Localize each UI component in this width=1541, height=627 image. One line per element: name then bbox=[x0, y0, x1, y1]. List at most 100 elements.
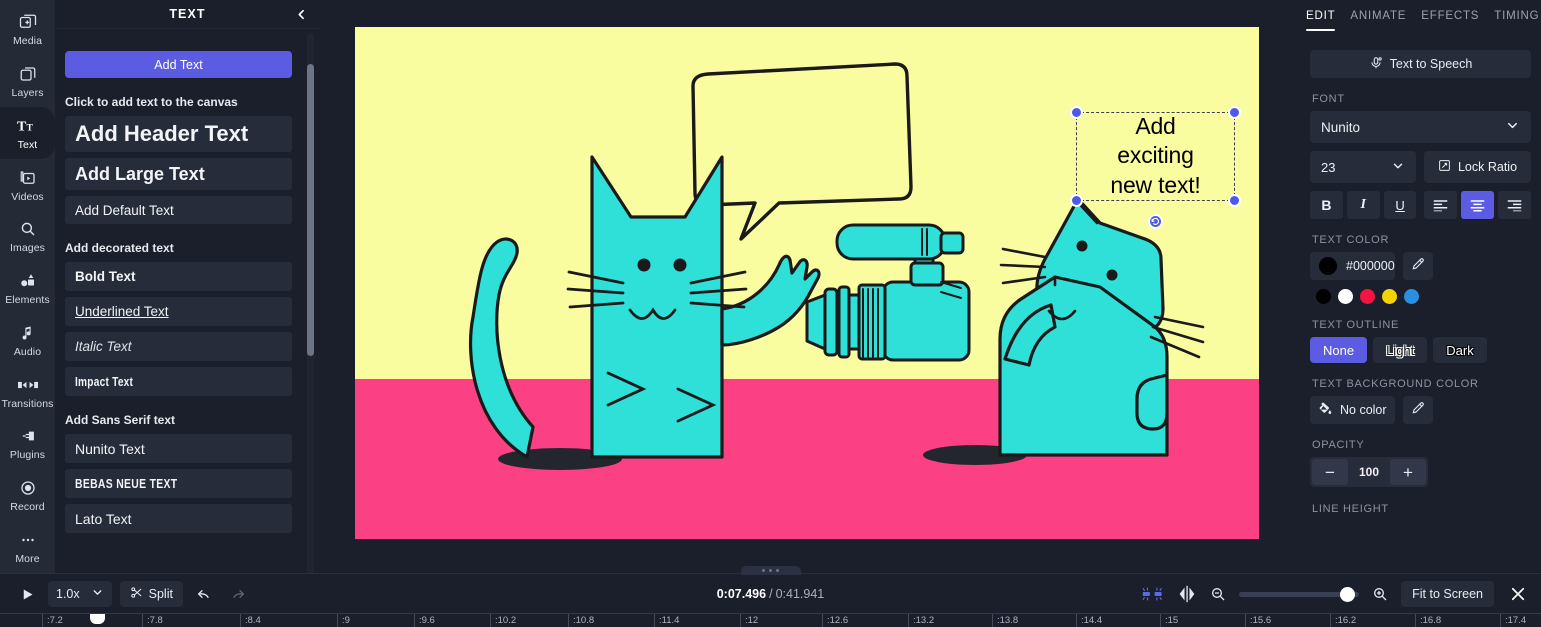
scissors-icon bbox=[130, 586, 143, 602]
ruler-tick: :9 bbox=[337, 614, 350, 627]
preset-lato-text[interactable]: Lato Text bbox=[65, 504, 292, 533]
add-text-button[interactable]: Add Text bbox=[65, 51, 292, 78]
music-note-icon bbox=[19, 323, 37, 343]
text-background-eyedropper-button[interactable] bbox=[1403, 396, 1433, 424]
outline-light-button[interactable]: Light bbox=[1373, 337, 1428, 363]
preset-italic-text[interactable]: Italic Text bbox=[65, 332, 292, 361]
timeline-ruler[interactable]: :7.2 :7.8 :8.4 :9 :9.6 :10.2 :10.8 :11.4… bbox=[0, 613, 1541, 627]
preset-add-header-text[interactable]: Add Header Text bbox=[65, 116, 292, 152]
outline-none-button[interactable]: None bbox=[1310, 337, 1368, 363]
align-left-button[interactable] bbox=[1424, 191, 1458, 219]
zoom-slider[interactable] bbox=[1239, 586, 1360, 602]
color-preset-red[interactable] bbox=[1360, 289, 1375, 304]
text-color-field[interactable]: #000000 bbox=[1310, 252, 1395, 280]
rail-item-videos[interactable]: Videos bbox=[0, 159, 55, 211]
italic-button[interactable]: I bbox=[1346, 191, 1380, 219]
text-to-speech-button[interactable]: Text to Speech bbox=[1310, 50, 1531, 78]
eyedropper-icon bbox=[1411, 401, 1425, 420]
color-preset-yellow[interactable] bbox=[1382, 289, 1397, 304]
redo-button[interactable] bbox=[225, 581, 251, 607]
ellipsis-icon bbox=[19, 530, 37, 550]
resize-handle-top-left[interactable] bbox=[1070, 106, 1083, 119]
font-size-value: 23 bbox=[1321, 159, 1336, 175]
preset-label: Add Header Text bbox=[75, 121, 249, 146]
rail-item-record[interactable]: Record bbox=[0, 470, 55, 522]
rail-item-images[interactable]: Images bbox=[0, 211, 55, 263]
zoom-slider-thumb[interactable] bbox=[1340, 586, 1356, 602]
color-preset-white[interactable] bbox=[1338, 289, 1353, 304]
align-center-button[interactable] bbox=[1461, 191, 1495, 219]
preset-bebas-neue-text[interactable]: BEBAS NEUE TEXT bbox=[65, 469, 292, 498]
scrollbar-thumb[interactable] bbox=[307, 64, 314, 356]
rail-item-audio[interactable]: Audio bbox=[0, 314, 55, 366]
toolbar-left-group: 1.0x Split bbox=[14, 574, 251, 614]
chevron-left-icon[interactable] bbox=[292, 5, 310, 23]
rail-item-layers[interactable]: Layers bbox=[0, 56, 55, 108]
resize-handle-top-right[interactable] bbox=[1228, 106, 1241, 119]
zoom-in-icon bbox=[1374, 588, 1387, 601]
underline-glyph: U bbox=[1395, 197, 1405, 213]
bold-button[interactable]: B bbox=[1310, 191, 1343, 219]
timeline-playhead[interactable] bbox=[90, 614, 105, 627]
outline-dark-button[interactable]: Dark bbox=[1433, 337, 1487, 363]
rotate-handle[interactable] bbox=[1148, 214, 1163, 229]
preset-add-default-text[interactable]: Add Default Text bbox=[65, 196, 292, 224]
canvas-stage[interactable]: Add exciting new text! bbox=[320, 0, 1300, 573]
preset-add-large-text[interactable]: Add Large Text bbox=[65, 158, 292, 190]
close-button[interactable] bbox=[1507, 583, 1529, 605]
underline-button[interactable]: U bbox=[1383, 191, 1417, 219]
ruler-tick: :12.6 bbox=[822, 614, 848, 627]
undo-button[interactable] bbox=[191, 581, 217, 607]
mirror-button[interactable] bbox=[1177, 581, 1197, 607]
resize-handle-bottom-right[interactable] bbox=[1228, 194, 1241, 207]
color-preset-black[interactable] bbox=[1316, 289, 1331, 304]
video-canvas[interactable]: Add exciting new text! bbox=[355, 27, 1259, 539]
align-left-icon bbox=[1434, 199, 1448, 211]
lock-ratio-button[interactable]: Lock Ratio bbox=[1424, 151, 1531, 183]
player-toolbar: 1.0x Split 0:07.496 / 0:41.941 Fit to Sc… bbox=[0, 566, 1541, 614]
rail-item-media[interactable]: Media bbox=[0, 4, 55, 56]
opacity-decrease-button[interactable]: − bbox=[1312, 459, 1348, 485]
record-icon bbox=[19, 478, 37, 498]
rail-item-plugins[interactable]: Plugins bbox=[0, 418, 55, 470]
rail-item-text[interactable]: T T Text bbox=[0, 107, 55, 160]
ruler-tick: :8.4 bbox=[240, 614, 261, 627]
snap-button[interactable] bbox=[1142, 581, 1164, 607]
play-button[interactable] bbox=[14, 581, 40, 607]
align-center-icon bbox=[1470, 199, 1485, 211]
opacity-value[interactable]: 100 bbox=[1359, 465, 1379, 479]
preset-impact-text[interactable]: Impact Text bbox=[65, 367, 292, 396]
ruler-tick: :15 bbox=[1160, 614, 1178, 627]
fit-to-screen-button[interactable]: Fit to Screen bbox=[1401, 581, 1494, 607]
timeline-resize-handle[interactable] bbox=[740, 566, 801, 575]
text-panel-scrollbar[interactable] bbox=[307, 33, 314, 573]
color-preset-blue[interactable] bbox=[1404, 289, 1419, 304]
rail-item-transitions[interactable]: Transitions bbox=[0, 366, 55, 418]
text-background-field[interactable]: No color bbox=[1310, 396, 1395, 424]
opacity-increase-button[interactable]: + bbox=[1390, 459, 1426, 485]
font-family-select[interactable]: Nunito bbox=[1310, 111, 1531, 143]
preset-nunito-text[interactable]: Nunito Text bbox=[65, 434, 292, 463]
rail-item-more[interactable]: More bbox=[0, 521, 55, 573]
rail-item-elements[interactable]: Elements bbox=[0, 263, 55, 315]
panel-title: TEXT bbox=[169, 7, 206, 21]
tab-timing[interactable]: TIMING bbox=[1494, 10, 1539, 31]
cats-illustration bbox=[468, 62, 1205, 470]
text-color-value: #000000 bbox=[1346, 259, 1395, 273]
align-right-button[interactable] bbox=[1498, 191, 1531, 219]
tab-edit[interactable]: EDIT bbox=[1306, 10, 1336, 31]
preset-underlined-text[interactable]: Underlined Text bbox=[65, 297, 292, 326]
selection-bounding-box[interactable] bbox=[1070, 106, 1241, 207]
split-button[interactable]: Split bbox=[119, 581, 183, 607]
resize-handle-bottom-left[interactable] bbox=[1070, 194, 1083, 207]
zoom-in-button[interactable] bbox=[1372, 581, 1388, 607]
ruler-tick: :16.2 bbox=[1330, 614, 1356, 627]
preset-label: Add Default Text bbox=[75, 202, 174, 218]
text-color-eyedropper-button[interactable] bbox=[1403, 252, 1433, 280]
zoom-out-button[interactable] bbox=[1210, 581, 1226, 607]
tab-effects[interactable]: EFFECTS bbox=[1421, 10, 1479, 31]
font-size-select[interactable]: 23 bbox=[1310, 151, 1416, 183]
preset-bold-text[interactable]: Bold Text bbox=[65, 262, 292, 291]
tab-animate[interactable]: ANIMATE bbox=[1350, 10, 1406, 31]
playback-speed-select[interactable]: 1.0x bbox=[48, 581, 112, 607]
